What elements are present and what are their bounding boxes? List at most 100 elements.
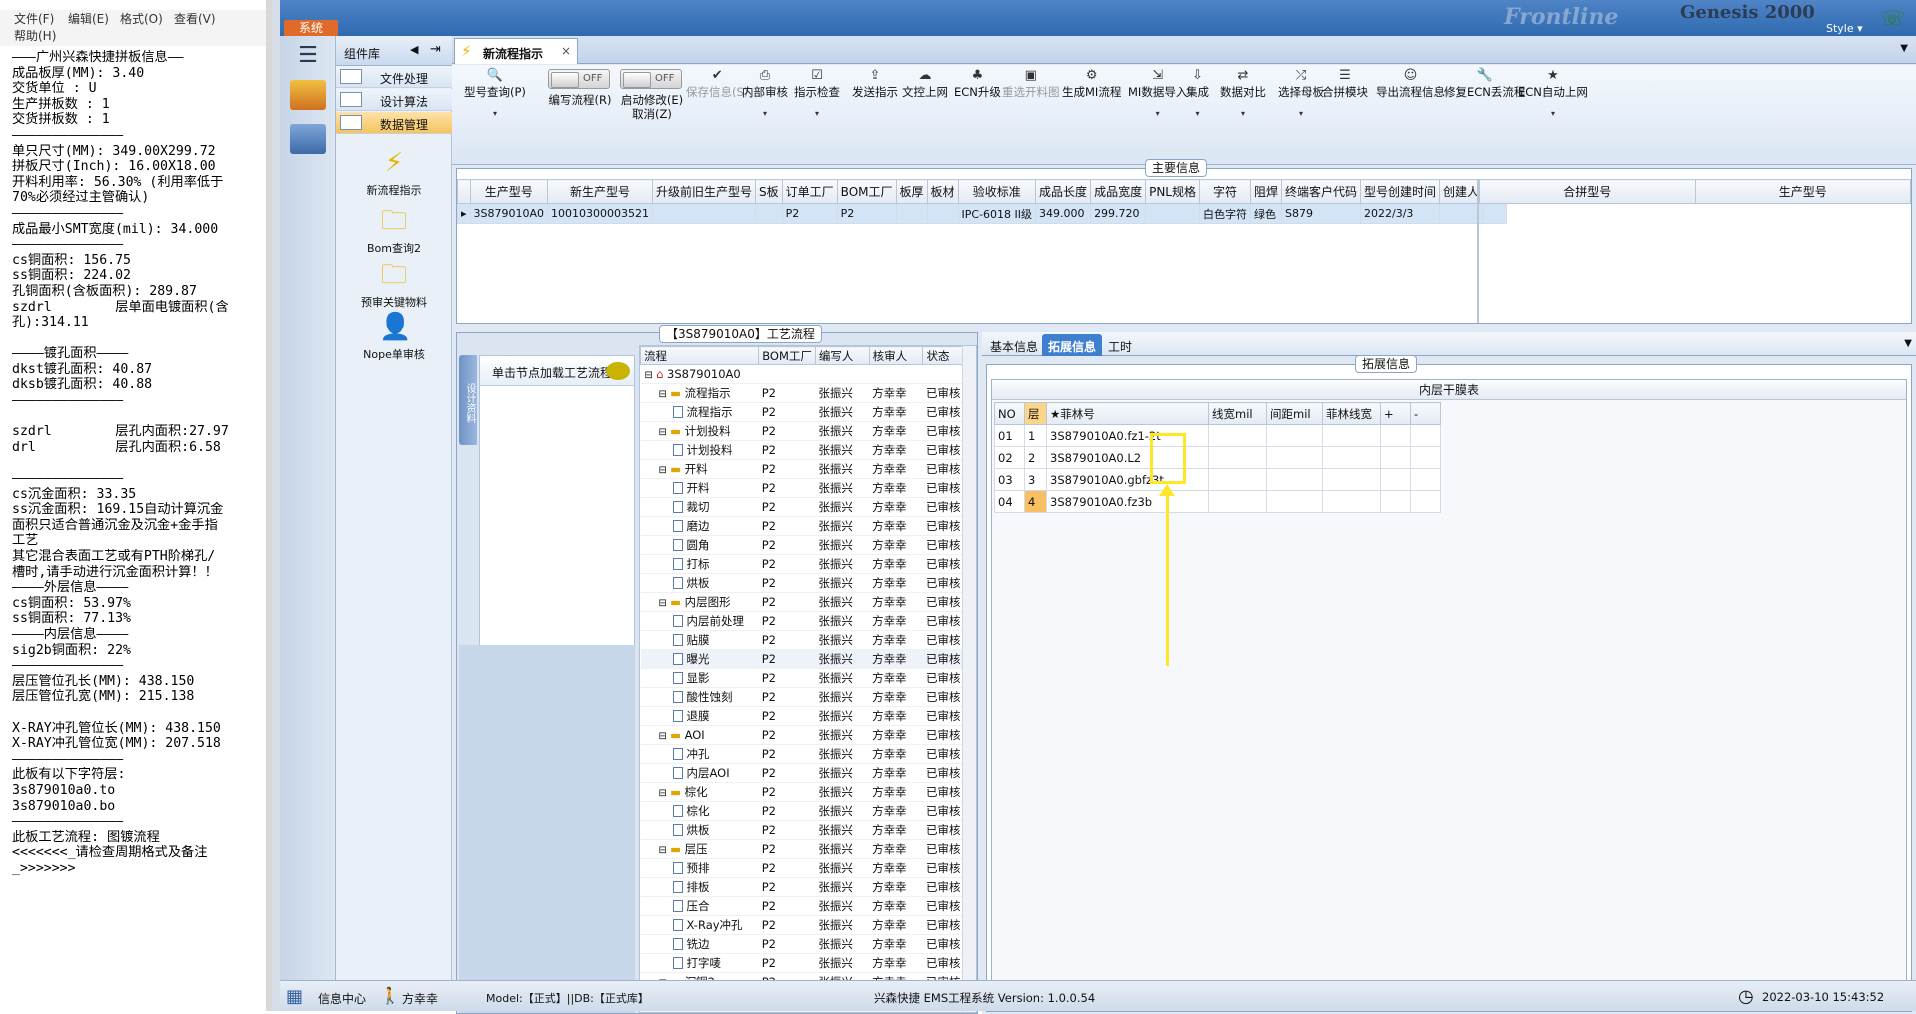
tree-node[interactable]: 铣边 [640, 934, 759, 954]
tree-row[interactable]: 内层前处理 P2 张振兴 方幸幸 已审核 [640, 611, 964, 631]
ribbon-button-8[interactable]: ▣ 重选开料图 [1002, 69, 1060, 100]
ribbon-button-11[interactable]: ⇩ 集成 ▾ [1186, 69, 1209, 121]
toggle-sub-label[interactable]: 取消(Z) [612, 107, 692, 121]
layer-cell[interactable] [1208, 468, 1267, 491]
table-cell[interactable] [926, 203, 959, 224]
tree-row[interactable]: 酸性蚀刻 P2 张振兴 方幸幸 已审核 [640, 687, 964, 707]
tree-row[interactable]: 烘板 P2 张振兴 方幸幸 已审核 [640, 820, 964, 840]
speech-bubble-icon[interactable] [606, 362, 630, 380]
table-cell[interactable]: 3S879010A0 [469, 203, 549, 224]
ribbon-button-2[interactable]: ✔ 保存信息(S) [686, 69, 748, 100]
tree-node[interactable]: ⊟ ▬ 流程指示 [640, 383, 759, 403]
table-cell[interactable] [1145, 203, 1200, 224]
ribbon-button-9[interactable]: ⚙ 生成MI流程 [1062, 69, 1121, 100]
tree-row[interactable]: 裁切 P2 张振兴 方幸幸 已审核 [640, 497, 964, 517]
tree-row[interactable]: 铣边 P2 张振兴 方幸幸 已审核 [640, 934, 964, 954]
collapse-icon[interactable]: ⊟ [659, 731, 671, 742]
tree-node[interactable]: ⊟ ▬ 层压 [640, 839, 759, 859]
collapse-icon[interactable]: ⊟ [659, 598, 671, 609]
tree-node[interactable]: ⊟ ▬ 计划投料 [640, 421, 759, 441]
layer-row[interactable]: 02 2 3S879010A0.L2 [994, 446, 1441, 469]
dropdown-arrow-icon[interactable]: ▾ [1518, 107, 1588, 121]
tree-node[interactable]: 显影 [640, 668, 759, 688]
tree-row[interactable]: 显影 P2 张振兴 方幸幸 已审核 [640, 668, 964, 688]
col-header[interactable]: 生产型号 [469, 179, 549, 204]
menu-icon[interactable]: ☰ [290, 42, 326, 70]
tree-node[interactable]: 打标 [640, 554, 759, 574]
table-cell[interactable] [652, 203, 757, 224]
tree-row[interactable]: 退膜 P2 张振兴 方幸幸 已审核 [640, 706, 964, 726]
tree-row[interactable]: X-Ray冲孔 P2 张振兴 方幸幸 已审核 [640, 915, 964, 935]
dropdown-arrow-icon[interactable]: ▾ [1220, 107, 1266, 121]
ribbon-button-10[interactable]: ⇲ MI数据导入 ▾ [1128, 69, 1187, 121]
layer-col-header[interactable]: 线宽mil [1208, 402, 1267, 425]
tree-node[interactable]: ⊟ ▬ AOI [640, 725, 759, 745]
lib-design-algorithm[interactable]: 设计算法 [336, 89, 452, 111]
table-cell[interactable]: P2 [836, 203, 897, 224]
toggle-switch-2[interactable]: OFF [620, 69, 682, 89]
col-header[interactable]: 新生产型号 [547, 179, 654, 204]
ribbon-button-13[interactable]: ⤮ 选择母板 ▾ [1278, 69, 1324, 121]
yx-logo-icon[interactable] [290, 80, 326, 110]
tree-col-header[interactable]: 核审人 [868, 346, 924, 365]
col-header[interactable]: S板 [755, 179, 783, 204]
menu-view[interactable]: 查看(V) [174, 10, 216, 27]
dropdown-arrow-icon[interactable]: ▾ [794, 107, 840, 121]
tree-node[interactable]: ⊟ ⌂ 3S879010A0 [640, 364, 759, 384]
table-cell[interactable] [755, 203, 783, 224]
col-header[interactable]: 板材 [926, 179, 959, 204]
ribbon-button-12[interactable]: ⇄ 数据对比 ▾ [1220, 69, 1266, 121]
table-cell[interactable]: 绿色 [1249, 203, 1283, 224]
ribbon-button-4[interactable]: ☑ 指示检查 ▾ [794, 69, 840, 121]
prev-arrow-icon[interactable]: ◀ [410, 43, 418, 56]
table-row[interactable]: ▸ 3S879010A0 10010300003521 P2 P2 IPC-6018 II… [457, 203, 1508, 224]
tree-node[interactable]: 打字唛 [640, 953, 759, 973]
tree-node[interactable]: 排板 [640, 877, 759, 897]
tree-node[interactable]: 酸性蚀刻 [640, 687, 759, 707]
layer-col-header[interactable]: 菲林线宽 [1322, 402, 1381, 425]
tree-row[interactable]: ⊟ ⌂ 3S879010A0 [640, 364, 964, 384]
layer-cell[interactable]: 4 [1024, 490, 1047, 513]
layer-row[interactable]: 03 3 3S879010A0.gbfz3t [994, 468, 1441, 491]
ribbon-button-16[interactable]: 🔧 修复ECN丢流程 [1444, 69, 1525, 100]
tree-row[interactable]: 打标 P2 张振兴 方幸幸 已审核 [640, 554, 964, 574]
tree-row[interactable]: 开料 P2 张振兴 方幸幸 已审核 [640, 478, 964, 498]
tree-node[interactable]: 计划投料 [640, 440, 759, 460]
layer-col-header[interactable]: 层 [1024, 402, 1047, 425]
tree-node[interactable]: ⊟ ▬ 棕化 [640, 782, 759, 802]
layer-col-header[interactable]: NO [994, 402, 1025, 425]
col-merge-model[interactable]: 合拼型号 [1479, 179, 1696, 204]
layer-cell[interactable] [1266, 468, 1323, 491]
col-production-model[interactable]: 生产型号 [1694, 179, 1911, 204]
layer-cell[interactable] [1266, 490, 1323, 513]
tree-node[interactable]: 圆角 [640, 535, 759, 555]
system-tab[interactable]: 系统 [284, 20, 338, 36]
table-cell[interactable]: 349.000 [1035, 203, 1092, 224]
layer-cell[interactable] [1208, 446, 1267, 469]
ribbon-button-5[interactable]: ⇪ 发送指示 [852, 69, 898, 100]
tree-row[interactable]: 流程指示 P2 张振兴 方幸幸 已审核 [640, 402, 964, 422]
info-center-label[interactable]: 信息中心 [318, 990, 366, 1007]
tree-row[interactable]: ⊟ ▬ 层压 P2 张振兴 方幸幸 已审核 [640, 839, 964, 859]
tree-node[interactable]: 退膜 [640, 706, 759, 726]
notepad-text-area[interactable]: ———广州兴森快捷拼板信息—— 成品板厚(MM): 3.40 交货单位 : U 生产拼… [12, 50, 264, 876]
menu-help[interactable]: 帮助(H) [14, 27, 56, 44]
tree-col-header[interactable]: BOM工厂 [758, 346, 816, 365]
lib-item-key-material[interactable]: 🗀 预审关键物料 [336, 260, 452, 310]
tree-node[interactable]: 裁切 [640, 497, 759, 517]
collapse-icon[interactable]: ⊟ [659, 389, 671, 400]
lib-data-management[interactable]: 数据管理 [336, 112, 452, 134]
tree-node[interactable]: 开料 [640, 478, 759, 498]
col-header[interactable]: PNL规格 [1145, 179, 1200, 204]
tree-row[interactable]: 烘板 P2 张振兴 方幸幸 已审核 [640, 573, 964, 593]
layer-cell[interactable] [1266, 446, 1323, 469]
layer-cell[interactable] [1410, 446, 1441, 469]
layer-col-header[interactable]: + [1380, 402, 1411, 425]
tree-row[interactable]: ⊟ ▬ AOI P2 张振兴 方幸幸 已审核 [640, 725, 964, 745]
style-menu[interactable]: Style ▾ [1826, 22, 1863, 35]
tab-extended-info[interactable]: 拓展信息 [1042, 334, 1103, 356]
tree-col-header[interactable]: 流程 [640, 346, 760, 365]
ribbon-button-7[interactable]: ♣ ECN升级 [954, 69, 1001, 100]
menu-edit[interactable]: 编辑(E) [68, 10, 109, 27]
dropdown-arrow-icon[interactable]: ▾ [742, 107, 788, 121]
